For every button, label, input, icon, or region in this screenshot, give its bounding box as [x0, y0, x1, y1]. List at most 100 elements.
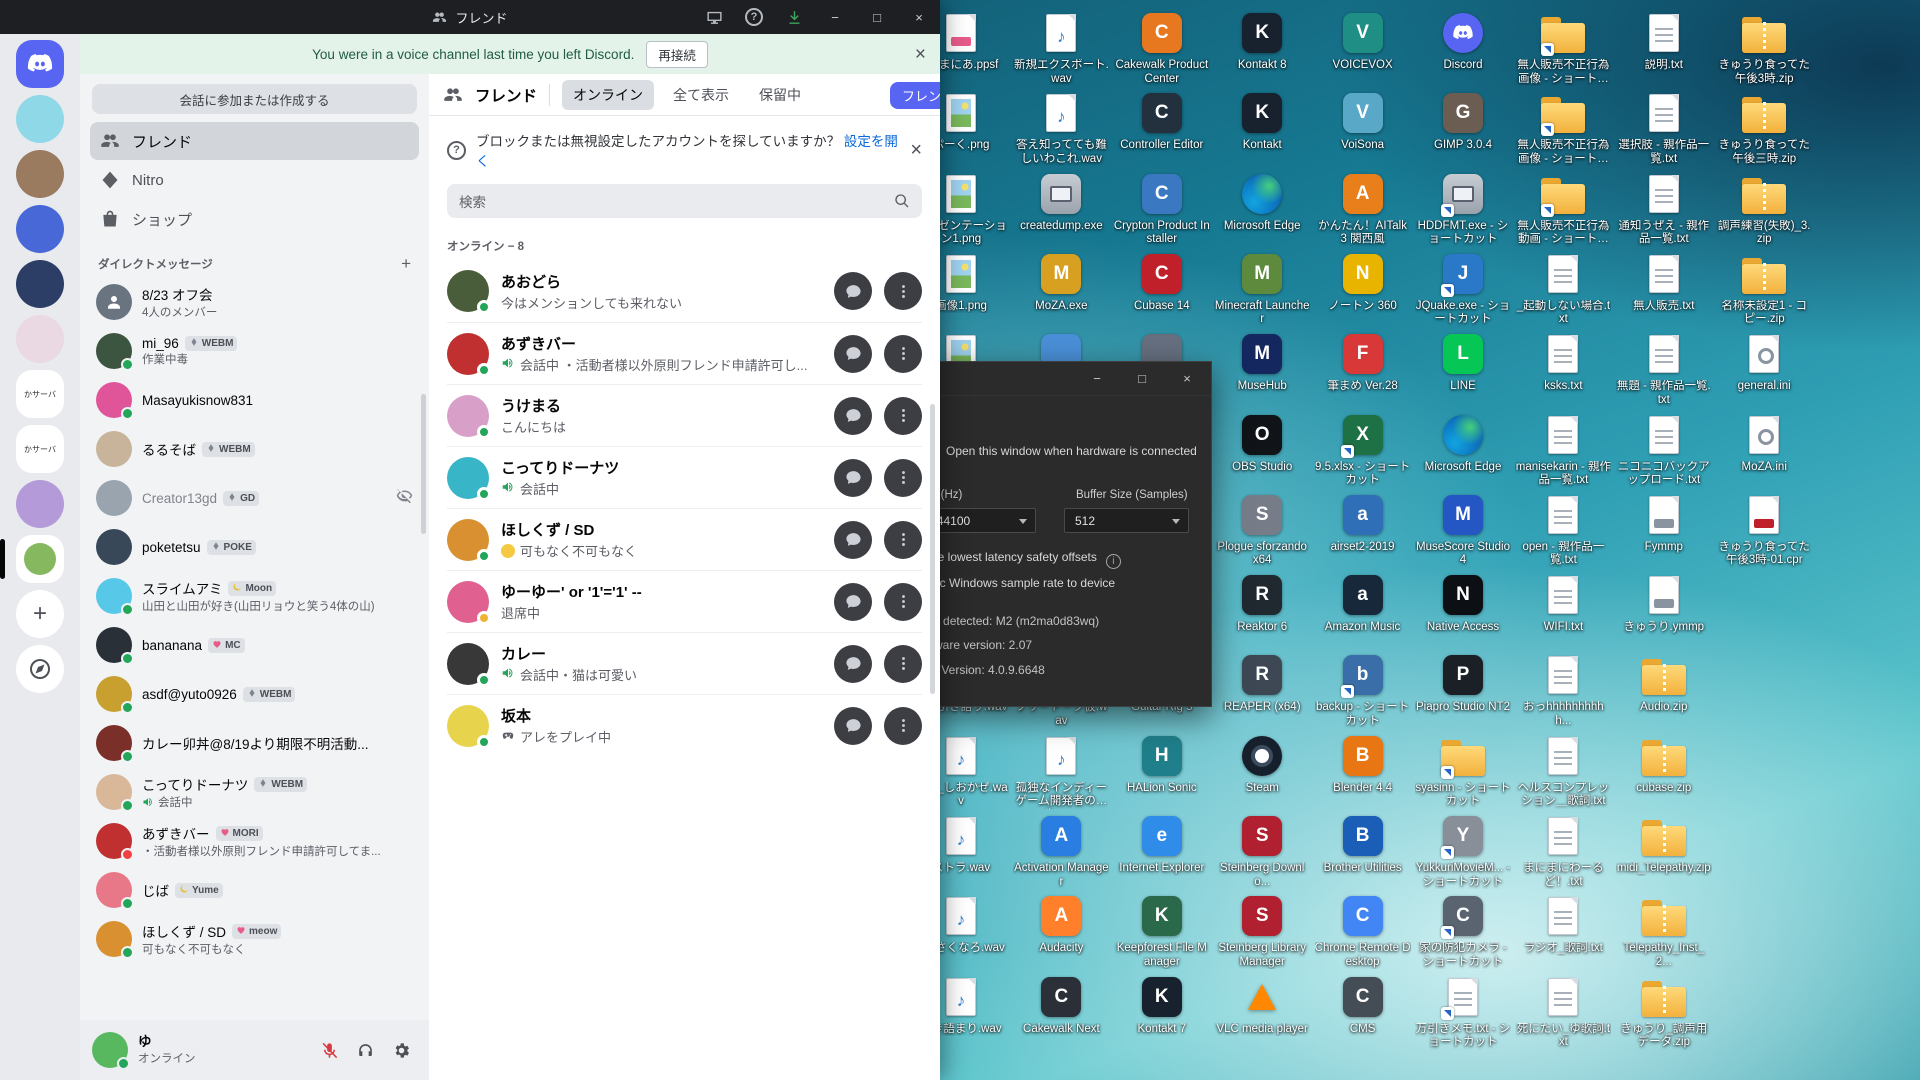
- desktop-icon[interactable]: N ノートン 360: [1315, 251, 1411, 314]
- desktop-icon[interactable]: きゅうり_調声用データ.zip: [1616, 974, 1712, 1050]
- more-options-button[interactable]: [884, 706, 922, 745]
- dm-item[interactable]: Creator13gd GD: [88, 474, 421, 522]
- desktop-icon[interactable]: MoZA.ini: [1716, 412, 1812, 475]
- message-button[interactable]: [834, 644, 872, 683]
- desktop-icon[interactable]: C Chrome Remote Desktop: [1315, 893, 1411, 969]
- desktop-icon[interactable]: M MuseHub: [1214, 331, 1310, 394]
- server-icon[interactable]: [16, 205, 64, 253]
- more-options-button[interactable]: [884, 582, 922, 621]
- dm-item[interactable]: poketetsu POKE: [88, 523, 421, 571]
- dm-item[interactable]: asdf@yuto0926 WEBM: [88, 670, 421, 718]
- desktop-icon[interactable]: F 筆まめ Ver.28: [1315, 331, 1411, 394]
- desktop-icon[interactable]: R Reaktor 6: [1214, 572, 1310, 635]
- desktop-icon[interactable]: Audio.zip: [1616, 652, 1712, 715]
- window-close-button[interactable]: ×: [898, 0, 940, 34]
- message-button[interactable]: [834, 706, 872, 745]
- desktop-icon[interactable]: C Cakewalk Next: [1013, 974, 1109, 1037]
- desktop-icon[interactable]: きゅうり.ymmp: [1616, 572, 1712, 635]
- desktop-icon[interactable]: P Piapro Studio NT2: [1415, 652, 1511, 715]
- server-icon[interactable]: かサーバ: [16, 370, 64, 418]
- add-friend-button[interactable]: フレンドに追加: [890, 82, 940, 109]
- desktop-icon[interactable]: C CMS: [1315, 974, 1411, 1037]
- desktop-icon[interactable]: L LINE: [1415, 331, 1511, 394]
- search-input[interactable]: 検索: [447, 184, 922, 218]
- desktop-icon[interactable]: K Kontakt 7: [1114, 974, 1210, 1037]
- desktop-icon[interactable]: Fymmp: [1616, 492, 1712, 555]
- desktop-icon[interactable]: C 家の防犯カメラ - ショートカット: [1415, 893, 1511, 969]
- desktop-icon[interactable]: O OBS Studio: [1214, 412, 1310, 475]
- create-dm-icon[interactable]: +: [401, 254, 411, 274]
- friend-row[interactable]: うけまる こんにちは: [447, 384, 922, 446]
- desktop-icon[interactable]: B Brother Utilities: [1315, 813, 1411, 876]
- friend-row[interactable]: カレー 会話中・猫は可愛い: [447, 632, 922, 694]
- dialog-maximize-button[interactable]: □: [1134, 371, 1150, 386]
- add-server-button[interactable]: +: [16, 590, 64, 638]
- desktop-icon[interactable]: ラジオ_歌詞.txt: [1515, 893, 1611, 956]
- desktop-icon[interactable]: おっhhhhhhhhhh...: [1515, 652, 1611, 728]
- desktop-icon[interactable]: syasinn - ショートカット: [1415, 733, 1511, 809]
- message-button[interactable]: [834, 582, 872, 621]
- desktop-icon[interactable]: 名称未設定1 - コピー.zip: [1716, 251, 1812, 327]
- desktop-icon[interactable]: ニコニコバックアップロード.txt: [1616, 412, 1712, 488]
- desktop-icon[interactable]: Microsoft Edge: [1214, 171, 1310, 234]
- desktop-icon[interactable]: 無人販売.txt: [1616, 251, 1712, 314]
- server-icon[interactable]: [16, 480, 64, 528]
- desktop-icon[interactable]: きゅうり食ってた午後3時-01.cpr: [1716, 492, 1812, 568]
- desktop-icon[interactable]: 万引きメモ.txt - ショートカット: [1415, 974, 1511, 1050]
- main-scrollbar[interactable]: [930, 404, 935, 694]
- desktop-icon[interactable]: C Controller Editor: [1114, 90, 1210, 153]
- sidebar-item-nitro[interactable]: Nitro: [90, 161, 419, 199]
- desktop-icon[interactable]: 調声練習(失敗)_3.zip: [1716, 171, 1812, 247]
- friend-row[interactable]: こってりドーナツ 会話中: [447, 446, 922, 508]
- desktop-icon[interactable]: まにまにわーるど！.txt: [1515, 813, 1611, 889]
- desktop-icon[interactable]: Steam: [1214, 733, 1310, 796]
- more-options-button[interactable]: [884, 396, 922, 435]
- friend-row[interactable]: ゆーゆー' or '1'='1' -- 退席中: [447, 570, 922, 632]
- desktop-icon[interactable]: 選択肢 - 親作品一覧.txt: [1616, 90, 1712, 166]
- avatar[interactable]: [92, 1032, 130, 1070]
- desktop-icon[interactable]: createdump.exe: [1013, 171, 1109, 234]
- friend-row[interactable]: 坂本 アレをプレイ中: [447, 694, 922, 756]
- desktop-icon[interactable]: X 9.5.xlsx - ショートカット: [1315, 412, 1411, 488]
- more-options-button[interactable]: [884, 520, 922, 559]
- desktop-icon[interactable]: manisekarin - 親作品一覧.txt: [1515, 412, 1611, 488]
- dm-item[interactable]: スライムアミ Moon 山田と山田が好き(山田リョウと笑う4体の山): [88, 572, 421, 620]
- desktop-icon[interactable]: V VOICEVOX: [1315, 10, 1411, 73]
- desktop-icon[interactable]: 無題 - 親作品一覧.txt: [1616, 331, 1712, 407]
- desktop-icon[interactable]: 死にたい_ゆ歌詞.txt: [1515, 974, 1611, 1050]
- headphones-icon[interactable]: [349, 1034, 381, 1066]
- explore-servers-button[interactable]: [16, 645, 64, 693]
- dm-item[interactable]: 8/23 オフ会 4人のメンバー: [88, 278, 421, 326]
- dialog-close-button[interactable]: ×: [1179, 371, 1195, 386]
- desktop-icon[interactable]: midi_Telepathy.zip: [1616, 813, 1712, 876]
- window-minimize-button[interactable]: −: [814, 0, 856, 34]
- desktop-icon[interactable]: ヘルスコンプレッション＿歌詞.txt: [1515, 733, 1611, 809]
- desktop-icon[interactable]: C Crypton Product Installer: [1114, 171, 1210, 247]
- screenshare-icon[interactable]: [694, 0, 734, 34]
- desktop-icon[interactable]: e Internet Explorer: [1114, 813, 1210, 876]
- desktop-icon[interactable]: V VoiSona: [1315, 90, 1411, 153]
- more-options-button[interactable]: [884, 272, 922, 310]
- desktop-icon[interactable]: ♪ 新規エクスポート.wav: [1013, 10, 1109, 86]
- sidebar-item-shop[interactable]: ショップ: [90, 200, 419, 238]
- desktop-icon[interactable]: open - 親作品一覧.txt: [1515, 492, 1611, 568]
- desktop-icon[interactable]: ♪ 孤独なインディーゲーム開発者の一生.wav: [1013, 733, 1109, 809]
- desktop-icon[interactable]: a airset2-2019: [1315, 492, 1411, 555]
- desktop-icon[interactable]: 無人販売不正行為画像 - ショートカット: [1515, 90, 1611, 166]
- desktop-icon[interactable]: a Amazon Music: [1315, 572, 1411, 635]
- gear-icon[interactable]: [385, 1034, 417, 1066]
- message-button[interactable]: [834, 520, 872, 559]
- sidebar-scrollbar[interactable]: [421, 394, 426, 534]
- friend-row[interactable]: あずきバー 会話中 ・活動者様以外原則フレンド申請許可し...: [447, 322, 922, 384]
- friend-row[interactable]: あおどら 今はメンションしても来れない: [447, 260, 922, 322]
- discord-titlebar[interactable]: フレンド ? − □ ×: [0, 0, 940, 34]
- tab-active[interactable]: オンライン: [562, 79, 655, 110]
- desktop-icon[interactable]: VLC media player: [1214, 974, 1310, 1037]
- desktop-icon[interactable]: ksks.txt: [1515, 331, 1611, 394]
- dm-item[interactable]: ほしくず / SD meow 可もなく不可もなく: [88, 915, 421, 963]
- dm-item[interactable]: bananana MC: [88, 621, 421, 669]
- desktop-icon[interactable]: Telepathy_Inst_2...: [1616, 893, 1712, 969]
- desktop-icon[interactable]: K Kontakt 8: [1214, 10, 1310, 73]
- server-icon[interactable]: [0, 535, 64, 583]
- info-icon[interactable]: i: [1105, 554, 1121, 569]
